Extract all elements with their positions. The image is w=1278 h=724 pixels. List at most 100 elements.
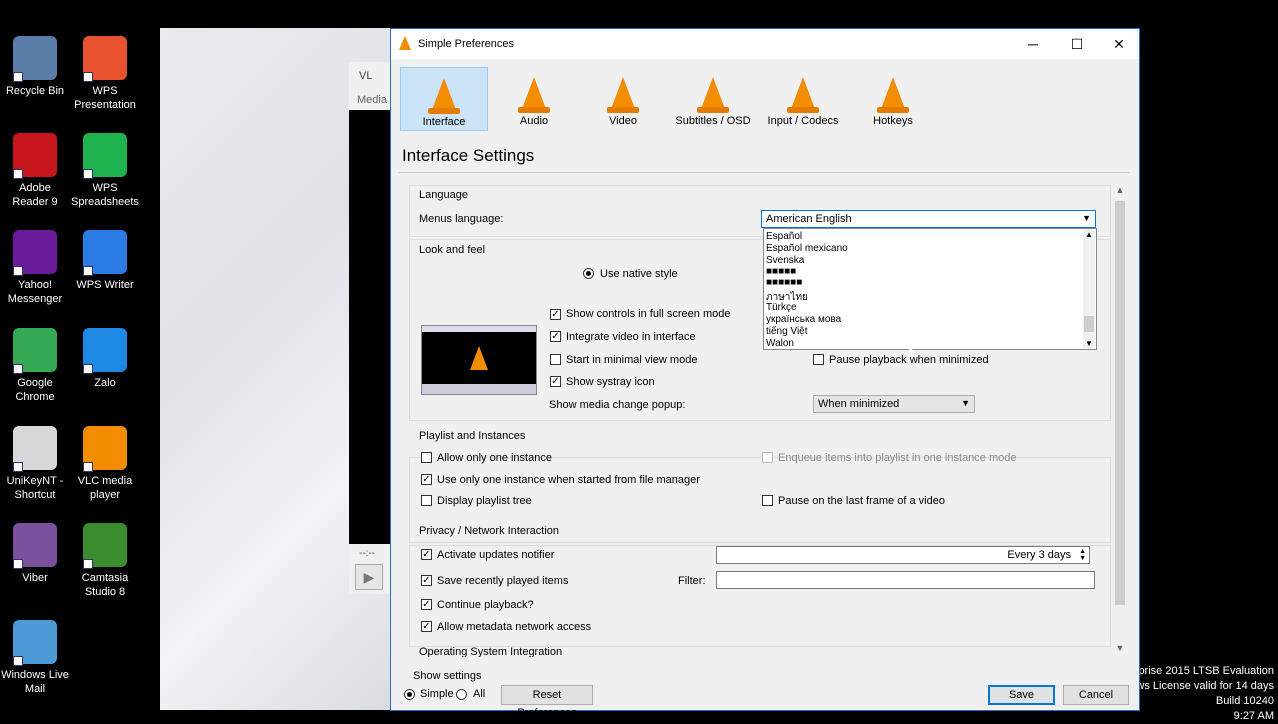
enqueue-checkbox[interactable] bbox=[762, 452, 773, 463]
clock: 9:27 AM bbox=[1233, 710, 1274, 722]
desktop-icon[interactable]: Zalo bbox=[70, 328, 140, 390]
scroll-up-icon[interactable]: ▲ bbox=[1083, 230, 1095, 239]
integrate-video-checkbox[interactable]: ✓ bbox=[550, 331, 561, 342]
tab-label: Hotkeys bbox=[873, 115, 913, 127]
language-option[interactable]: Svenska bbox=[766, 255, 804, 266]
title-bar[interactable]: Simple Preferences ─ ☐ ✕ bbox=[391, 29, 1139, 59]
metadata-access-checkbox[interactable]: ✓ bbox=[421, 621, 432, 632]
yahoo-messenger-icon bbox=[13, 230, 57, 276]
save-button[interactable]: Save bbox=[988, 685, 1055, 705]
wps-spreadsheets-icon bbox=[83, 133, 127, 179]
minimize-button[interactable]: ─ bbox=[1011, 29, 1055, 59]
language-option[interactable]: Walon bbox=[766, 338, 794, 349]
file-manager-checkbox[interactable]: ✓ bbox=[421, 474, 432, 485]
reset-preferences-button[interactable]: Reset Preferences bbox=[501, 685, 593, 719]
desktop-icon-label: Adobe Reader 9 bbox=[12, 182, 58, 208]
native-style-radio[interactable] bbox=[583, 268, 594, 279]
desktop-icon[interactable]: Google Chrome bbox=[0, 328, 70, 404]
scroll-thumb[interactable] bbox=[1115, 201, 1125, 605]
background-vlc-window[interactable]: VL Media --:-- ▶ bbox=[349, 62, 392, 594]
vlc-icon bbox=[83, 426, 127, 472]
language-section-title: Language bbox=[419, 189, 468, 201]
desktop-icon[interactable]: WPS Spreadsheets bbox=[70, 133, 140, 209]
wps-presentation-icon bbox=[83, 36, 127, 82]
settings-scrollbar[interactable]: ▲ ▼ bbox=[1113, 183, 1127, 655]
language-option[interactable]: Türkçe bbox=[766, 302, 797, 313]
playlist-section-title: Playlist and Instances bbox=[419, 430, 526, 442]
show-settings-label: Show settings bbox=[413, 670, 482, 682]
all-label: All bbox=[473, 688, 486, 700]
divider bbox=[399, 172, 1129, 173]
watermark-line: Build 10240 bbox=[1215, 695, 1274, 707]
spinner-arrows-icon[interactable]: ▲ ▼ bbox=[1079, 548, 1086, 562]
cancel-button[interactable]: Cancel bbox=[1063, 685, 1129, 705]
continue-playback-checkbox[interactable]: ✓ bbox=[421, 599, 432, 610]
desktop-icon[interactable]: WPS Writer bbox=[70, 230, 140, 292]
recent-items-label: Save recently played items bbox=[437, 575, 569, 587]
systray-checkbox[interactable]: ✓ bbox=[550, 376, 561, 387]
desktop-icon[interactable]: UniKeyNT - Shortcut bbox=[0, 426, 70, 502]
scroll-down-icon[interactable]: ▼ bbox=[1083, 339, 1095, 348]
language-option[interactable]: ■■■■■■ bbox=[766, 277, 802, 288]
simple-radio[interactable] bbox=[404, 689, 415, 700]
desktop-icon[interactable]: Adobe Reader 9 bbox=[0, 133, 70, 209]
media-popup-select[interactable]: When minimized ▼ bbox=[813, 395, 975, 413]
tab-interface[interactable]: Interface bbox=[400, 67, 488, 131]
tab-video[interactable]: Video bbox=[579, 67, 667, 131]
desktop-icon[interactable]: Windows Live Mail bbox=[0, 620, 70, 696]
chevron-down-icon: ▼ bbox=[1082, 213, 1091, 223]
recent-items-checkbox[interactable]: ✓ bbox=[421, 575, 432, 586]
pause-last-frame-checkbox[interactable] bbox=[762, 495, 773, 506]
background-window-time: --:-- bbox=[359, 548, 376, 559]
background-window-menu[interactable]: Media bbox=[357, 94, 387, 106]
desktop-icon[interactable]: VLC media player bbox=[70, 426, 140, 502]
desktop-icon[interactable]: Recycle Bin bbox=[0, 36, 70, 98]
language-option[interactable]: українська мова bbox=[766, 314, 841, 325]
desktop-icon[interactable]: Camtasia Studio 8 bbox=[70, 523, 140, 599]
close-button[interactable]: ✕ bbox=[1097, 29, 1141, 59]
tab-hotkeys[interactable]: Hotkeys bbox=[849, 67, 937, 131]
tab-audio[interactable]: Audio bbox=[490, 67, 578, 131]
menus-language-select[interactable]: American English ▼ bbox=[761, 210, 1096, 228]
minimal-view-label: Start in minimal view mode bbox=[566, 354, 698, 366]
updates-interval-spinbox[interactable]: Every 3 days ▲ ▼ bbox=[716, 546, 1090, 564]
language-option[interactable]: ■■■■■ bbox=[766, 266, 796, 277]
tab-label: Input / Codecs bbox=[767, 115, 839, 127]
scroll-down-icon[interactable]: ▼ bbox=[1113, 641, 1127, 655]
language-option[interactable]: Español mexicano bbox=[766, 243, 848, 254]
desktop-icon[interactable]: Yahoo! Messenger bbox=[0, 230, 70, 306]
filter-input[interactable] bbox=[716, 571, 1095, 589]
all-radio[interactable] bbox=[456, 689, 467, 700]
camtasia-icon bbox=[83, 523, 127, 569]
play-icon[interactable]: ▶ bbox=[355, 564, 383, 590]
pause-minimized-checkbox[interactable] bbox=[813, 354, 824, 365]
tab-subtitles-osd[interactable]: Subtitles / OSD bbox=[669, 67, 757, 131]
enqueue-label: Enqueue items into playlist in one insta… bbox=[778, 452, 1017, 464]
dropdown-scroll-thumb[interactable] bbox=[1084, 316, 1094, 332]
language-option[interactable]: tiếng Việt bbox=[766, 326, 808, 337]
desktop-icon[interactable]: Viber bbox=[0, 523, 70, 585]
continue-playback-label: Continue playback? bbox=[437, 599, 534, 611]
settings-panel: Language Menus language: American Englis… bbox=[409, 181, 1127, 657]
metadata-access-label: Allow metadata network access bbox=[437, 621, 592, 633]
dropdown-scrollbar[interactable]: ▲ ▼ bbox=[1083, 230, 1095, 348]
pause-last-frame-label: Pause on the last frame of a video bbox=[778, 495, 945, 507]
scroll-up-icon[interactable]: ▲ bbox=[1113, 183, 1127, 197]
tab-input-codecs[interactable]: Input / Codecs bbox=[759, 67, 847, 131]
updates-checkbox[interactable]: ✓ bbox=[421, 549, 432, 560]
desktop-icon[interactable]: WPS Presentation bbox=[70, 36, 140, 112]
watermark-line: ws License valid for 14 days bbox=[1136, 680, 1274, 692]
audio-icon bbox=[518, 73, 550, 113]
chrome-icon bbox=[13, 328, 57, 374]
subtitles-icon bbox=[697, 73, 729, 113]
minimal-view-checkbox[interactable] bbox=[550, 354, 561, 365]
one-instance-checkbox[interactable] bbox=[421, 452, 432, 463]
language-option[interactable]: Español bbox=[766, 231, 802, 242]
playlist-tree-label: Display playlist tree bbox=[437, 495, 532, 507]
desktop-icon-label: Zalo bbox=[94, 377, 116, 389]
show-controls-checkbox[interactable]: ✓ bbox=[550, 309, 561, 320]
playlist-tree-checkbox[interactable] bbox=[421, 495, 432, 506]
input-codecs-icon bbox=[787, 73, 819, 113]
language-dropdown-list[interactable]: Español Español mexicano Svenska ■■■■■ ■… bbox=[763, 228, 1097, 350]
maximize-button[interactable]: ☐ bbox=[1055, 29, 1099, 59]
